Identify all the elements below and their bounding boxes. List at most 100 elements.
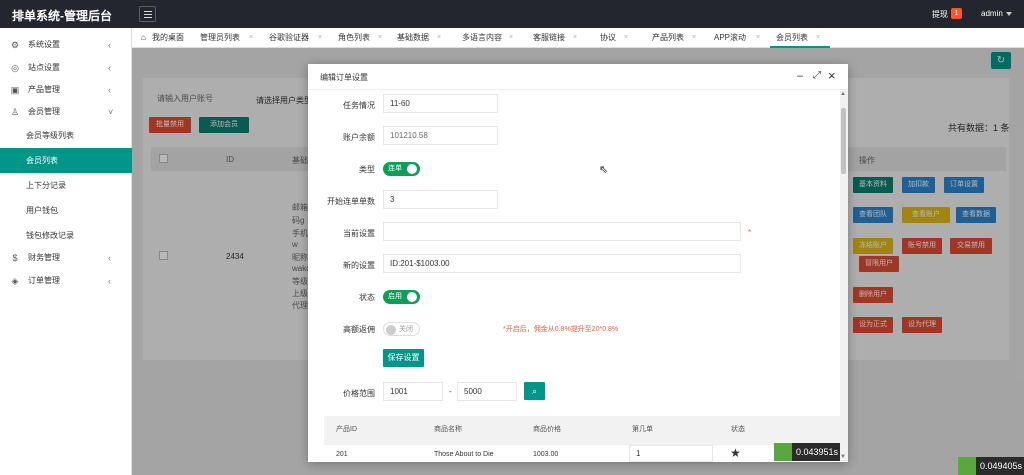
top-bar: 排单系统-管理后台 提现 1 admin — [0, 0, 1024, 28]
close-icon[interactable]: × — [816, 28, 820, 48]
balance-label: 账户余额 — [343, 133, 375, 142]
price-max-field[interactable]: 5000 — [457, 382, 517, 401]
tab-product-list[interactable]: 产品列表 × — [652, 28, 712, 48]
dollar-icon: $ — [12, 253, 18, 263]
price-search-button[interactable]: ⌕ — [524, 382, 545, 400]
status-label: 状态 — [359, 293, 375, 302]
close-icon[interactable]: × — [756, 28, 760, 48]
dialog-title: 编辑订单设置 — [320, 73, 368, 82]
chevron-left-icon: ‹ — [108, 85, 111, 95]
close-icon[interactable]: × — [509, 28, 513, 48]
close-icon[interactable]: × — [573, 28, 577, 48]
status-toggle[interactable]: 启用 — [383, 290, 420, 304]
close-icon[interactable]: × — [378, 28, 382, 48]
close-icon[interactable]: × — [828, 69, 836, 83]
close-icon[interactable]: × — [318, 28, 322, 48]
globe-icon: ◎ — [11, 63, 19, 73]
dialog-scroll-thumb[interactable] — [841, 108, 846, 174]
gear-icon: ⚙ — [10, 40, 20, 50]
tab-role-list[interactable]: 角色列表 × — [338, 28, 398, 48]
required-mark: * — [748, 228, 752, 237]
sidebar-item-member[interactable]: ♙ 会员管理 ˅ — [0, 101, 132, 123]
start-count-field[interactable]: 3 — [383, 190, 498, 209]
withdraw-badge: 1 — [951, 8, 962, 19]
chevron-left-icon: ‹ — [108, 253, 111, 263]
app-title: 排单系统-管理后台 — [12, 9, 112, 23]
start-count-label: 开始连单单数 — [327, 197, 375, 206]
tab-service-link[interactable]: 客服链接 × — [533, 28, 593, 48]
dialog-body: 任务情况 11-60 账户余额 101210.58 类型 连单 开始连单单数 3… — [308, 90, 840, 462]
sidebar-item-label: 系统设置 — [28, 40, 60, 49]
task-field[interactable]: 11-60 — [383, 94, 498, 113]
close-icon[interactable]: × — [692, 28, 696, 48]
user-menu[interactable]: admin — [981, 9, 1003, 18]
tab-admin-list[interactable]: 管理员列表 × — [200, 28, 262, 48]
sidebar-subitem-wallet-log[interactable]: 钱包修改记录 — [0, 223, 132, 248]
col-status: 状态 — [731, 426, 745, 433]
rebate-toggle[interactable]: 关闭 — [383, 322, 420, 336]
sidebar-item-label: 产品管理 — [28, 85, 60, 94]
save-settings-button[interactable]: 保存设置 — [383, 349, 424, 367]
close-icon[interactable]: × — [249, 28, 253, 48]
sidebar-item-label: 订单管理 — [28, 276, 60, 285]
outer-timer: 0.049405s — [958, 457, 1024, 475]
inner-timer: 0.043951s — [774, 443, 840, 461]
sidebar-subitem-score-records[interactable]: 上下分记录 — [0, 173, 132, 198]
tab-desktop[interactable]: ⌂ 我的桌面 — [141, 28, 199, 48]
price-separator: - — [449, 387, 452, 396]
order-number-field[interactable]: 1 — [629, 445, 713, 462]
tab-bar: ⌂ 我的桌面 管理员列表 × 谷歌验证器 × 角色列表 × 基础数据 × 多语言内容 × … — [132, 28, 1024, 48]
type-label: 类型 — [359, 165, 375, 174]
sidebar-item-product[interactable]: ▣ 产品管理 ‹ — [0, 79, 132, 101]
debug-logo-icon — [958, 457, 976, 475]
sidebar-item-site[interactable]: ◎ 站点设置 ‹ — [0, 57, 132, 79]
chevron-down-icon — [1006, 12, 1012, 16]
sidebar-subitem-wallet[interactable]: 用户钱包 — [0, 198, 132, 223]
tab-basic-data[interactable]: 基础数据 × — [397, 28, 459, 48]
box-icon: ▣ — [10, 85, 20, 95]
col-product-id: 产品ID — [336, 426, 357, 433]
chevron-down-icon: ˅ — [108, 107, 114, 117]
sidebar-item-label: 财务管理 — [28, 253, 60, 262]
rebate-label: 高额返佣 — [343, 325, 375, 334]
col-order-number: 第几单 — [632, 426, 653, 433]
minimize-icon[interactable]: – — [797, 69, 803, 83]
sidebar-item-orders[interactable]: ◈ 订单管理 ‹ — [0, 270, 132, 292]
menu-toggle-button[interactable] — [139, 6, 156, 22]
search-icon: ⌕ — [531, 386, 538, 396]
type-toggle[interactable]: 连单 — [383, 162, 420, 176]
chevron-left-icon: ‹ — [108, 40, 111, 50]
rebate-hint: *开启后，佣金从0.8%提升至20*0.8% — [503, 326, 619, 333]
tab-app-scroll[interactable]: APP滚动 × — [714, 28, 774, 48]
tab-agreement[interactable]: 协议 × — [600, 28, 650, 48]
chevron-left-icon: ‹ — [108, 63, 111, 73]
tab-member-list[interactable]: 会员列表 × — [770, 28, 830, 48]
chevron-left-icon: ‹ — [108, 276, 111, 286]
cell-product-id: 201 — [336, 451, 348, 458]
new-setting-label: 新的设置 — [343, 261, 375, 270]
new-setting-field[interactable]: ID:201-$1003.00 — [383, 254, 741, 273]
withdraw-link[interactable]: 提现 — [932, 9, 948, 20]
sidebar-item-finance[interactable]: $ 财务管理 ‹ — [0, 247, 132, 269]
price-min-field[interactable]: 1001 — [383, 382, 443, 401]
tab-google-auth[interactable]: 谷歌验证器 × — [269, 28, 331, 48]
close-icon[interactable]: × — [437, 28, 441, 48]
dialog-header: 编辑订单设置 – ⤢ × — [308, 64, 848, 90]
sidebar-item-system[interactable]: ⚙ 系统设置 ‹ — [0, 34, 132, 56]
edit-order-settings-dialog: 编辑订单设置 – ⤢ × 任务情况 11-60 账户余额 101210.58 类… — [308, 64, 848, 462]
home-icon: ⌂ — [141, 33, 146, 42]
tab-multilang[interactable]: 多语言内容 × — [462, 28, 522, 48]
sidebar-subitem-member-levels[interactable]: 会员等级列表 — [0, 123, 132, 148]
close-icon[interactable]: × — [624, 28, 628, 48]
scroll-down-icon[interactable]: ▼ — [840, 454, 846, 460]
star-icon[interactable]: ★ — [730, 446, 741, 460]
current-setting-field[interactable] — [383, 222, 741, 241]
sidebar-item-label: 站点设置 — [28, 63, 60, 72]
col-product-price: 商品价格 — [533, 426, 561, 433]
maximize-icon[interactable]: ⤢ — [813, 69, 821, 83]
debug-logo-icon — [774, 443, 792, 461]
sidebar-subitem-member-list[interactable]: 会员列表 — [0, 148, 132, 173]
user-icon: ♙ — [10, 107, 20, 117]
task-label: 任务情况 — [343, 101, 375, 110]
scroll-up-icon[interactable]: ▲ — [840, 91, 846, 97]
